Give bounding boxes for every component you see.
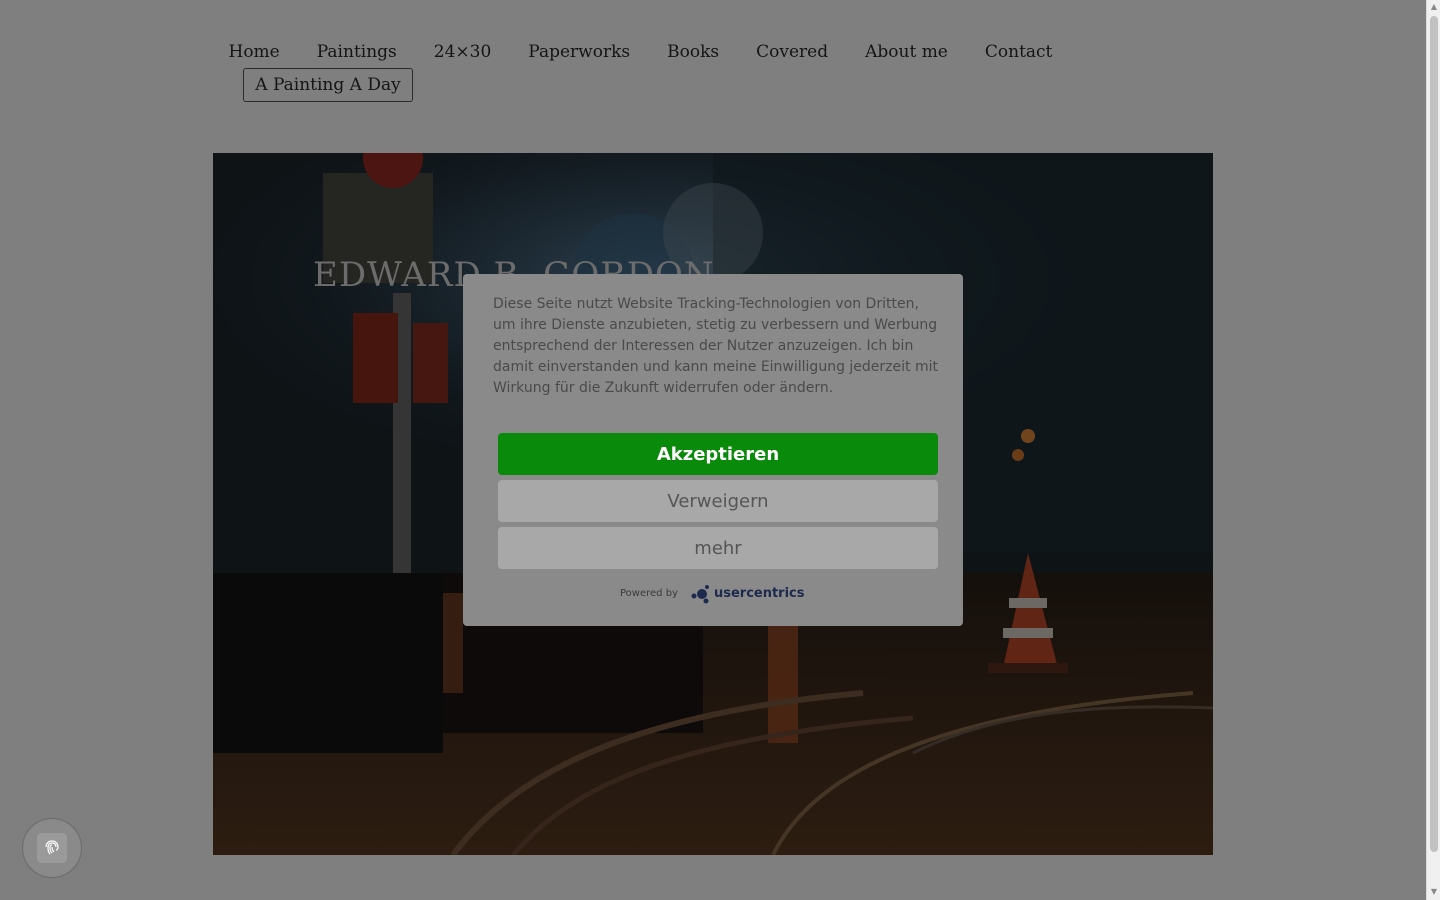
- scroll-down-icon[interactable]: ▼: [1430, 888, 1438, 896]
- powered-by-label: Powered by: [620, 587, 678, 599]
- deny-button[interactable]: Verweigern: [498, 480, 938, 522]
- cookie-consent-dialog: Diese Seite nutzt Website Tracking-Techn…: [463, 274, 963, 626]
- scroll-up-icon[interactable]: ▲: [1430, 3, 1438, 11]
- fingerprint-icon: [37, 833, 67, 863]
- powered-by[interactable]: Powered by usercentrics: [620, 582, 805, 604]
- usercentrics-wordmark: usercentrics: [713, 585, 805, 601]
- usercentrics-logo: usercentrics: [690, 582, 805, 604]
- consent-text: Diese Seite nutzt Website Tracking-Techn…: [493, 296, 938, 396]
- accept-button[interactable]: Akzeptieren: [498, 433, 938, 475]
- scrollbar-thumb[interactable]: [1430, 16, 1438, 852]
- more-button[interactable]: mehr: [498, 527, 938, 569]
- privacy-settings-button[interactable]: [22, 818, 82, 878]
- usercentrics-icon: [691, 585, 709, 604]
- page-scrollbar[interactable]: ▲ ▼: [1426, 0, 1440, 900]
